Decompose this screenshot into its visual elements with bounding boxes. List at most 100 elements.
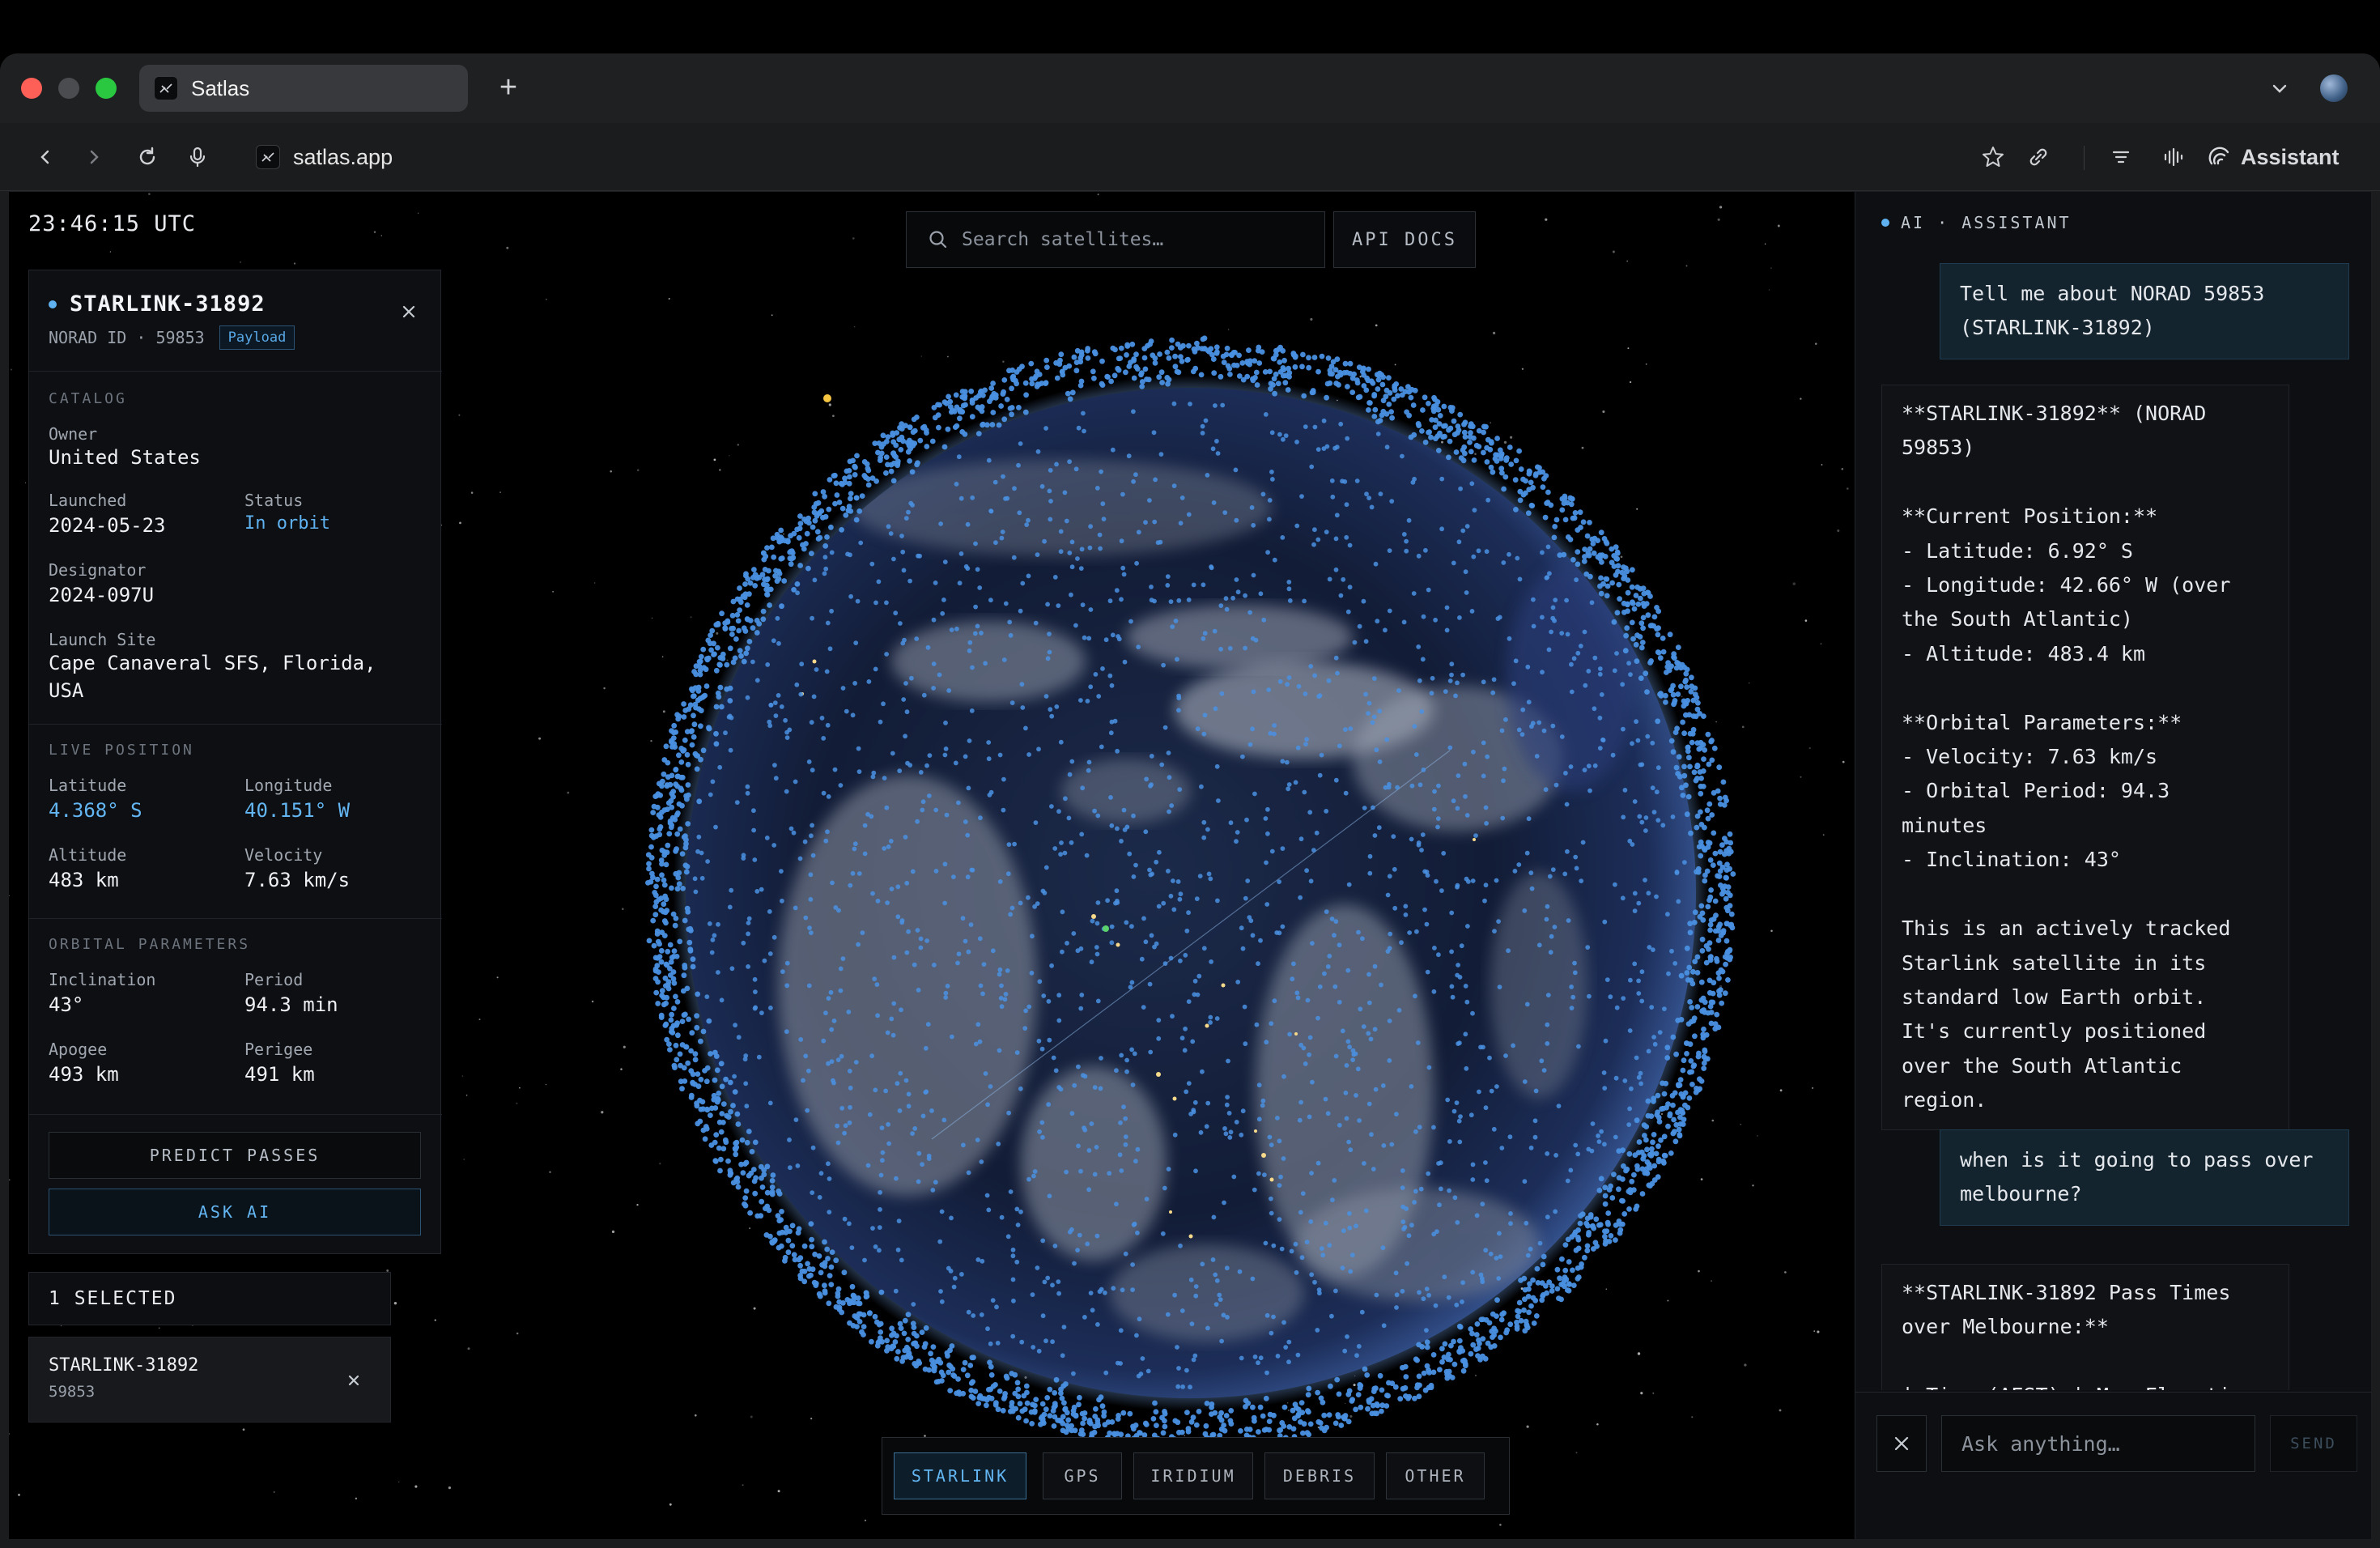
ai-assistant-panel: AI · ASSISTANT Tell me about NORAD 59853… — [1855, 192, 2371, 1539]
bookmark-star-icon[interactable] — [1974, 138, 2012, 176]
assistant-spiral-icon — [2208, 147, 2229, 165]
catalog-heading: CATALOG — [49, 390, 127, 407]
user-message: when is it going to pass over melbourne? — [1940, 1129, 2349, 1226]
filter-other[interactable]: OTHER — [1386, 1452, 1485, 1499]
filter-iridium[interactable]: IRIDIUM — [1133, 1452, 1253, 1499]
latitude-value: 4.368° S — [49, 799, 142, 822]
section-divider — [29, 724, 442, 725]
browser-toolbar: satlas.app Assistant — [0, 123, 2380, 191]
orbital-parameters-heading: ORBITAL PARAMETERS — [49, 936, 251, 953]
predict-passes-button[interactable]: PREDICT PASSES — [49, 1132, 421, 1179]
launch-site-label: Launch Site — [49, 630, 156, 649]
filter-debris[interactable]: DEBRIS — [1264, 1452, 1375, 1499]
latitude-label: Latitude — [49, 776, 127, 795]
audio-waveform-icon[interactable] — [2153, 138, 2192, 176]
search-icon — [929, 231, 947, 249]
reload-icon[interactable] — [128, 138, 167, 176]
minimize-window-button[interactable] — [58, 78, 79, 99]
close-icon[interactable] — [397, 300, 421, 324]
norad-id: NORAD ID · 59853 — [49, 328, 205, 347]
designator-value: 2024-097U — [49, 584, 155, 606]
velocity-label: Velocity — [244, 845, 323, 865]
altitude-value: 483 km — [49, 869, 119, 891]
selected-satellite-id: 59853 — [49, 1383, 96, 1401]
send-button[interactable]: SEND — [2270, 1415, 2357, 1472]
microphone-icon[interactable] — [178, 138, 217, 176]
launch-site-value: Cape Canaveral SFS, Florida, USA — [49, 652, 376, 702]
satellite-detail-panel: STARLINK-31892 NORAD ID · 59853 Payload … — [28, 270, 442, 1254]
utc-clock: 23:46:15 UTC — [28, 211, 197, 236]
reader-list-icon[interactable] — [2102, 138, 2140, 176]
maximize-window-button[interactable] — [96, 78, 117, 99]
satellite-title-row: STARLINK-31892 — [49, 291, 266, 317]
toolbar-divider — [2084, 146, 2085, 170]
close-window-button[interactable] — [21, 78, 42, 99]
selected-satellite-card[interactable]: STARLINK-31892 59853 — [28, 1337, 391, 1423]
screen-top-bar — [0, 0, 2380, 53]
highlighted-satellite-marker[interactable] — [823, 394, 831, 402]
earth-globe[interactable] — [640, 321, 1741, 1439]
selected-count-header[interactable]: 1 SELECTED — [28, 1272, 391, 1325]
selected-satellite-name: STARLINK-31892 — [49, 1355, 199, 1376]
assistant-label: Assistant — [2241, 144, 2340, 169]
api-docs-button[interactable]: API DOCS — [1333, 211, 1476, 268]
url-text: satlas.app — [293, 144, 393, 169]
site-favicon-icon — [256, 145, 280, 169]
section-divider — [29, 1114, 442, 1115]
satlas-favicon-icon — [154, 76, 178, 100]
tab-satlas[interactable]: Satlas — [139, 65, 468, 112]
launched-value: 2024-05-23 — [49, 514, 166, 537]
assistant-message: **STARLINK-31892 Pass Times over Melbour… — [1881, 1264, 2289, 1390]
apogee-label: Apogee — [49, 1040, 108, 1059]
assistant-heading-text: AI · ASSISTANT — [1901, 213, 2072, 232]
category-filter-bar: STARLINK GPS IRIDIUM DEBRIS OTHER — [882, 1437, 1510, 1515]
live-position-heading: LIVE POSITION — [49, 742, 194, 759]
owner-label: Owner — [49, 424, 98, 444]
filter-gps[interactable]: GPS — [1043, 1452, 1122, 1499]
back-icon[interactable] — [26, 138, 65, 176]
longitude-label: Longitude — [244, 776, 333, 795]
search-input[interactable] — [962, 229, 1286, 250]
status-value: In orbit — [244, 513, 330, 534]
chat-transcript[interactable]: Tell me about NORAD 59853 (STARLINK-3189… — [1855, 255, 2371, 1390]
chevron-down-icon[interactable] — [2263, 73, 2296, 105]
section-divider — [29, 371, 442, 372]
profile-avatar[interactable] — [2320, 74, 2348, 102]
inclination-label: Inclination — [49, 970, 156, 989]
assistant-heading: AI · ASSISTANT — [1881, 213, 2072, 232]
velocity-value: 7.63 km/s — [244, 869, 351, 891]
forward-icon[interactable] — [74, 138, 113, 176]
remove-selection-icon[interactable] — [340, 1367, 368, 1394]
satlas-app: 23:46:15 UTC API DOCS — [8, 191, 2372, 1540]
filter-starlink[interactable]: STARLINK — [894, 1452, 1026, 1499]
section-divider — [29, 918, 442, 919]
ask-ai-button[interactable]: ASK AI — [49, 1189, 421, 1235]
tab-title: Satlas — [191, 75, 250, 100]
inclination-value: 43° — [49, 993, 84, 1016]
new-tab-button[interactable]: + — [491, 70, 526, 105]
assistant-message: **STARLINK-31892** (NORAD 59853) **Curre… — [1881, 385, 2289, 1130]
perigee-label: Perigee — [244, 1040, 313, 1059]
longitude-value: 40.151° W — [244, 799, 351, 822]
address-bar[interactable]: satlas.app — [256, 138, 393, 176]
chat-input[interactable] — [1941, 1415, 2255, 1472]
perigee-value: 491 km — [244, 1063, 315, 1086]
clear-chat-icon[interactable] — [1876, 1415, 1927, 1472]
selected-satellite-marker[interactable] — [1103, 925, 1109, 932]
browser-assistant-button[interactable]: Assistant — [2207, 138, 2340, 176]
user-message: Tell me about NORAD 59853 (STARLINK-3189… — [1940, 263, 2349, 359]
altitude-label: Altitude — [49, 845, 127, 865]
satellite-name: STARLINK-31892 — [70, 291, 266, 317]
norad-id-row: NORAD ID · 59853 Payload — [49, 325, 295, 350]
search-box[interactable] — [906, 211, 1325, 268]
period-label: Period — [244, 970, 304, 989]
assistant-status-dot-icon — [1881, 219, 1889, 227]
status-label: Status — [244, 491, 304, 510]
link-icon[interactable] — [2019, 138, 2058, 176]
designator-label: Designator — [49, 560, 147, 580]
launched-label: Launched — [49, 491, 127, 510]
tab-strip: Satlas + — [0, 53, 2380, 123]
object-type-badge: Payload — [219, 325, 295, 350]
period-value: 94.3 min — [244, 993, 338, 1016]
chat-composer: SEND — [1855, 1392, 2371, 1539]
